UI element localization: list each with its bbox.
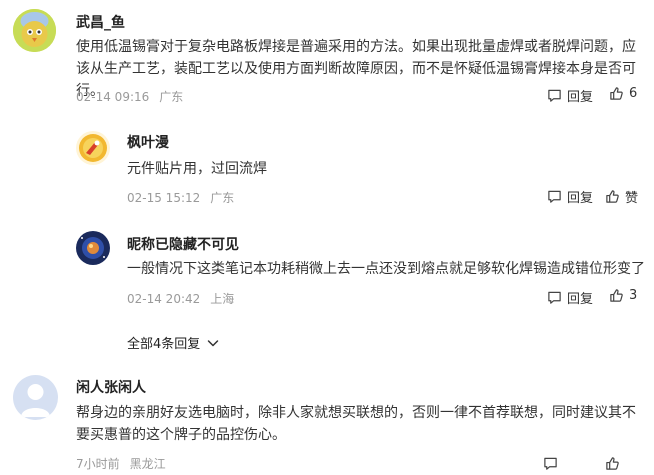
default-user-avatar[interactable]	[13, 375, 58, 420]
reply-label: 回复	[567, 90, 594, 105]
like-label: 赞	[625, 191, 639, 206]
comment-date: 7小时前	[76, 457, 120, 471]
username[interactable]: 昵称已隐藏不可见	[127, 234, 239, 254]
expand-replies-button[interactable]: 全部4条回复	[127, 333, 220, 352]
thumbs-up-icon	[610, 289, 623, 302]
comment-location: 广东	[210, 191, 235, 205]
comment-text: 帮身边的亲朋好友选电脑时，除非人家就想买联想的，否则一律不首荐联想，同时建议其不…	[76, 405, 636, 443]
comment-date: 02-15 15:12	[127, 191, 201, 205]
gold-emblem-avatar[interactable]	[76, 131, 110, 165]
like-count: 6	[629, 86, 638, 101]
comment-date: 02-14 09:16	[76, 90, 150, 104]
comment-meta: 02-15 15:12 广东	[127, 189, 244, 206]
username[interactable]: 闲人张闲人	[76, 377, 146, 397]
comment-text: 元件贴片用，过回流焊	[127, 161, 267, 177]
comment-meta: 02-14 09:16 广东	[76, 88, 193, 105]
reply-button[interactable]: 回复	[547, 86, 593, 105]
reply-label: 回复	[567, 292, 594, 307]
like-button[interactable]	[605, 456, 625, 471]
username[interactable]: 枫叶漫	[127, 132, 169, 152]
username[interactable]: 武昌_鱼	[76, 12, 125, 32]
reply-button[interactable]: 回复	[547, 288, 593, 307]
thumbs-up-icon	[610, 87, 623, 100]
comment-location: 黑龙江	[129, 457, 166, 471]
expand-replies-label: 全部4条回复	[127, 337, 201, 352]
like-button[interactable]: 3	[609, 288, 637, 303]
comment-meta: 7小时前 黑龙江	[76, 455, 176, 472]
comment-meta: 02-14 20:42 上海	[127, 290, 244, 307]
comment-location: 上海	[210, 292, 235, 306]
reply-button[interactable]	[543, 456, 563, 471]
comment-bubble-icon	[548, 291, 561, 304]
chevron-down-icon	[208, 339, 219, 346]
comment-bubble-icon	[544, 457, 557, 470]
reply-button[interactable]: 回复	[547, 187, 593, 206]
like-button[interactable]: 6	[609, 86, 637, 101]
comment-location: 广东	[159, 90, 184, 104]
comment-bubble-icon	[548, 190, 561, 203]
comment-text: 一般情况下这类笔记本功耗稍微上去一点还没到熔点就足够软化焊锡造成错位形变了	[127, 261, 645, 277]
like-count: 3	[629, 288, 638, 303]
reply-label: 回复	[567, 191, 594, 206]
thumbs-up-icon	[606, 457, 619, 470]
planet-avatar[interactable]	[76, 231, 110, 265]
like-button[interactable]: 赞	[605, 187, 638, 206]
thumbs-up-icon	[606, 190, 619, 203]
comment-bubble-icon	[548, 89, 561, 102]
comment-date: 02-14 20:42	[127, 292, 201, 306]
bird-cartoon-avatar[interactable]	[13, 9, 56, 52]
